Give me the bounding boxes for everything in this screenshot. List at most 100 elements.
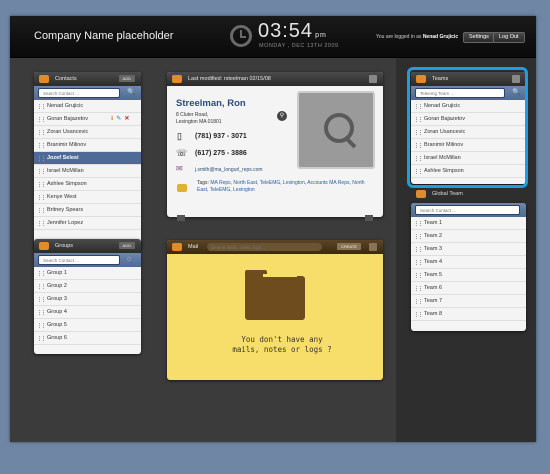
contact-item[interactable]: Kenye West: [34, 191, 141, 204]
clock-icon: [230, 25, 252, 47]
clock-time-value: 03:54: [258, 20, 314, 42]
detail-header: Last modified: rsteelman 02/15/08: [167, 72, 383, 86]
contact-item[interactable]: Nenad Grujicic: [34, 100, 141, 113]
contact-item-label: Goran Bajazetov: [47, 116, 88, 122]
global-team-icon: [416, 190, 426, 198]
folder-icon: [245, 270, 305, 320]
global-team-title: Global Team: [432, 191, 463, 197]
group-item[interactable]: Group 4: [34, 306, 141, 319]
contacts-icon: [39, 75, 49, 83]
empty-mail-line-1: You don't have any: [241, 335, 323, 344]
contact-item[interactable]: Jennifer Lopez: [34, 217, 141, 230]
phone-icon: ☏: [176, 148, 188, 158]
settings-button[interactable]: Settings: [463, 32, 495, 43]
contacts-search-input[interactable]: [38, 88, 120, 98]
contact-detail-card: Last modified: rsteelman 02/15/08 Streel…: [167, 72, 383, 221]
teams-focus-highlight: [407, 67, 528, 188]
logged-in-prefix: You are logged in as: [376, 34, 422, 40]
edit-icon[interactable]: ✎: [116, 116, 121, 122]
row-actions: ℹ ✎ ✕: [111, 113, 132, 126]
global-team-item[interactable]: Team 3: [411, 243, 526, 256]
global-team-header: Global Team: [411, 187, 526, 201]
groups-add-button[interactable]: ADD: [118, 242, 135, 249]
group-item[interactable]: Group 3: [34, 293, 141, 306]
address-line-1: 8 Cluter Road,: [176, 112, 209, 118]
options-icon[interactable]: [369, 75, 377, 83]
contact-item[interactable]: Branimir Milinov: [34, 139, 141, 152]
global-team-search-input[interactable]: [415, 205, 520, 215]
mail-create-button[interactable]: CREATE: [337, 243, 361, 250]
address-line-2: Lexington MA 01801: [176, 119, 222, 125]
mail-panel: Mail CREATE You don't have any mails, no…: [167, 240, 383, 380]
global-team-item[interactable]: Team 2: [411, 230, 526, 243]
contacts-panel: Contacts ADD 🔍 Nenad Grujicic Goran Baja…: [34, 72, 141, 250]
global-team-list: Team 1 Team 2 Team 3 Team 4 Team 5 Team …: [411, 217, 526, 321]
delete-icon[interactable]: ✕: [124, 116, 129, 122]
group-item[interactable]: Group 2: [34, 280, 141, 293]
contacts-searchbar: 🔍: [34, 86, 141, 100]
contacts-title: Contacts: [55, 76, 77, 82]
phone-office[interactable]: (617) 275 - 3886: [195, 150, 247, 157]
mail-options-icon[interactable]: [369, 243, 377, 251]
logged-in-user: Nenad Grujicic: [422, 34, 459, 40]
tags-icon: [177, 184, 187, 192]
global-team-item[interactable]: Team 1: [411, 217, 526, 230]
logout-button[interactable]: Log Out: [493, 32, 525, 43]
contact-photo-placeholder[interactable]: [297, 91, 375, 169]
groups-panel: Groups ADD ◌ Group 1 Group 2 Group 3 Gro…: [34, 239, 141, 354]
mail-header: Mail CREATE: [167, 240, 383, 254]
group-item[interactable]: Group 6: [34, 332, 141, 345]
clock-ampm: pm: [315, 32, 327, 39]
tags-label: Tags:: [197, 180, 209, 186]
contacts-add-button[interactable]: ADD: [118, 75, 135, 82]
global-team-panel: Team 1 Team 2 Team 3 Team 4 Team 5 Team …: [411, 203, 526, 331]
top-bar: Company Name placeholder 03:54 pm MONDAY …: [10, 16, 536, 58]
calendar-icon: [172, 75, 182, 83]
mail-icon: [172, 243, 182, 251]
refresh-icon[interactable]: ◌: [127, 256, 135, 264]
contact-item[interactable]: Ashlee Simpson: [34, 178, 141, 191]
mail-title: Mail: [188, 244, 199, 250]
contact-item[interactable]: Zoran Usancevic: [34, 126, 141, 139]
contact-item[interactable]: Israel McMillan: [34, 165, 141, 178]
zoom-icon[interactable]: ⚲: [277, 111, 287, 121]
global-team-item[interactable]: Team 8: [411, 308, 526, 321]
pin-right: [365, 215, 373, 221]
search-icon[interactable]: 🔍: [127, 89, 136, 97]
groups-icon: [39, 242, 49, 250]
contact-item-selected[interactable]: Jozef Selesi: [34, 152, 141, 165]
app-window: Company Name placeholder 03:54 pm MONDAY …: [10, 16, 536, 442]
info-icon[interactable]: ℹ: [111, 116, 113, 122]
groups-search-input[interactable]: [38, 255, 120, 265]
empty-mail-message: You don't have any mails, notes or logs …: [217, 335, 347, 355]
tags-links[interactable]: MA Reps, North East, TeleEMG, Lexington,…: [197, 180, 365, 193]
contact-item[interactable]: Britney Spears: [34, 204, 141, 217]
mail-search-input[interactable]: [207, 243, 322, 251]
last-modified: Last modified: rsteelman 02/15/08: [188, 76, 271, 82]
global-team-item[interactable]: Team 6: [411, 282, 526, 295]
empty-mail-line-2: mails, notes or logs ?: [232, 345, 332, 354]
clock-date: MONDAY , DEC 13TH 2009: [259, 43, 339, 49]
global-team-searchbar: [411, 203, 526, 217]
global-team-item[interactable]: Team 5: [411, 269, 526, 282]
global-team-item[interactable]: Team 4: [411, 256, 526, 269]
groups-header: Groups ADD: [34, 239, 141, 253]
clock-time: 03:54 pm: [258, 20, 327, 43]
phone-mobile[interactable]: (781) 937 - 3071: [195, 133, 247, 140]
contacts-list: Nenad Grujicic Goran Bajazetov ℹ ✎ ✕ Zoran…: [34, 100, 141, 230]
tags-text: Tags: MA Reps, North East, TeleEMG, Lexi…: [197, 180, 367, 194]
groups-title: Groups: [55, 243, 74, 249]
group-item[interactable]: Group 1: [34, 267, 141, 280]
group-item[interactable]: Group 5: [34, 319, 141, 332]
email-icon: ✉: [176, 164, 183, 173]
global-team-item[interactable]: Team 7: [411, 295, 526, 308]
contact-item[interactable]: Goran Bajazetov ℹ ✎ ✕: [34, 113, 141, 126]
mobile-phone-icon: ▯: [177, 131, 182, 141]
email-link[interactable]: j.smith@ma_longurl_reps.com: [195, 167, 263, 173]
logged-in-text: You are logged in as Nenad Grujicic: [376, 34, 458, 40]
pin-left: [177, 215, 185, 221]
contact-name: Streelman, Ron: [176, 98, 246, 109]
contacts-header: Contacts ADD: [34, 72, 141, 86]
groups-searchbar: ◌: [34, 253, 141, 267]
company-name: Company Name placeholder: [34, 30, 174, 42]
